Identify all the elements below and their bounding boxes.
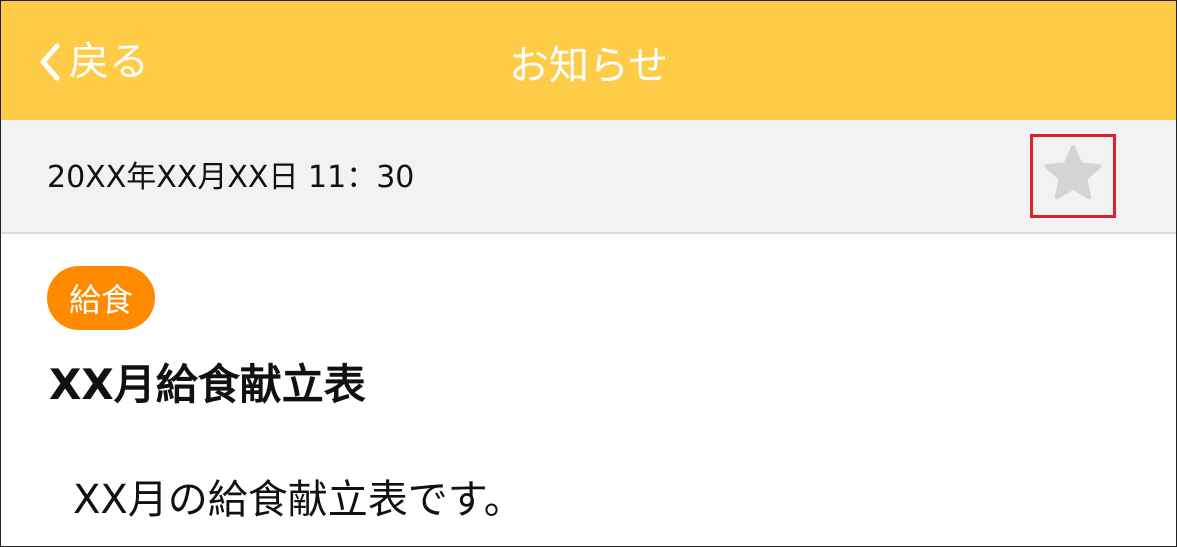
notice-headline: XX月給食献立表 <box>49 360 366 409</box>
notice-meta-bar: 20XX年XX月XX日 11：30 <box>1 120 1176 234</box>
app-header: 戻る お知らせ <box>1 1 1176 120</box>
notice-body: XX月の給食献立表です。 <box>73 477 524 523</box>
notice-screen: 戻る お知らせ 20XX年XX月XX日 11：30 給食 XX月給食献立表 XX… <box>0 0 1177 547</box>
favorite-button[interactable] <box>1030 134 1116 218</box>
category-badge: 給食 <box>47 266 156 330</box>
page-title: お知らせ <box>508 43 669 89</box>
star-icon <box>1042 143 1104 209</box>
notice-datetime: 20XX年XX月XX日 11：30 <box>47 160 415 195</box>
